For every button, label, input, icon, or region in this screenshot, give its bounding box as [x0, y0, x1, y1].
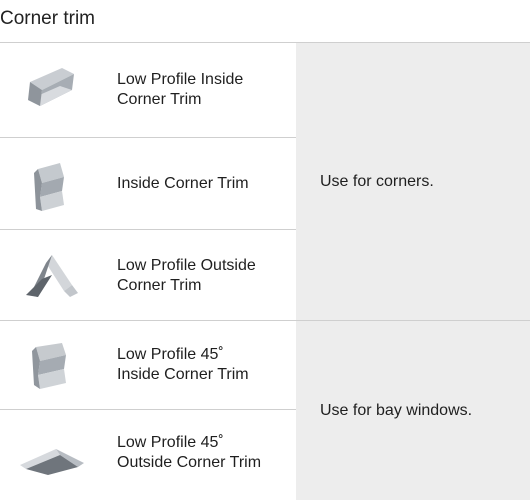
table-row: Low Profile Outside Corner Trim — [0, 230, 296, 320]
product-name-line1: Low Profile Outside — [117, 257, 256, 274]
product-name-line1: Low Profile Inside — [117, 71, 244, 88]
product-name-line1: Low Profile 45˚ — [117, 434, 224, 451]
low-profile-45-outside-corner-trim-image — [12, 425, 92, 485]
section-title: Corner trim — [0, 8, 96, 29]
product-name-line2: Corner Trim — [117, 277, 202, 294]
use-cell-corners: Use for corners. — [296, 43, 530, 320]
group-divider — [296, 320, 530, 321]
use-cell-bay-windows: Use for bay windows. — [296, 321, 530, 500]
corner-trim-page: Corner trim Low Profile Inside Corner Tr… — [0, 0, 530, 500]
use-text: Use for corners. — [320, 172, 434, 190]
product-name-line1: Low Profile 45˚ — [117, 346, 224, 363]
product-name-line2: Corner Trim — [117, 91, 202, 108]
product-name-line2: Inside Corner Trim — [117, 366, 249, 383]
use-text: Use for bay windows. — [320, 401, 473, 419]
product-name-line1: Inside Corner Trim — [117, 175, 249, 192]
corner-trim-table: Low Profile Inside Corner Trim Inside Co… — [0, 43, 530, 500]
product-name-line2: Outside Corner Trim — [117, 454, 262, 471]
inside-corner-trim-image — [12, 155, 92, 215]
low-profile-inside-corner-trim-image — [12, 60, 92, 120]
table-row: Inside Corner Trim — [0, 138, 296, 229]
table-row: Low Profile 45˚ Inside Corner Trim — [0, 321, 296, 409]
table-row: Low Profile Inside Corner Trim — [0, 43, 296, 137]
table-row: Low Profile 45˚ Outside Corner Trim — [0, 410, 296, 500]
low-profile-outside-corner-trim-image — [12, 245, 92, 305]
low-profile-45-inside-corner-trim-image — [12, 335, 92, 395]
